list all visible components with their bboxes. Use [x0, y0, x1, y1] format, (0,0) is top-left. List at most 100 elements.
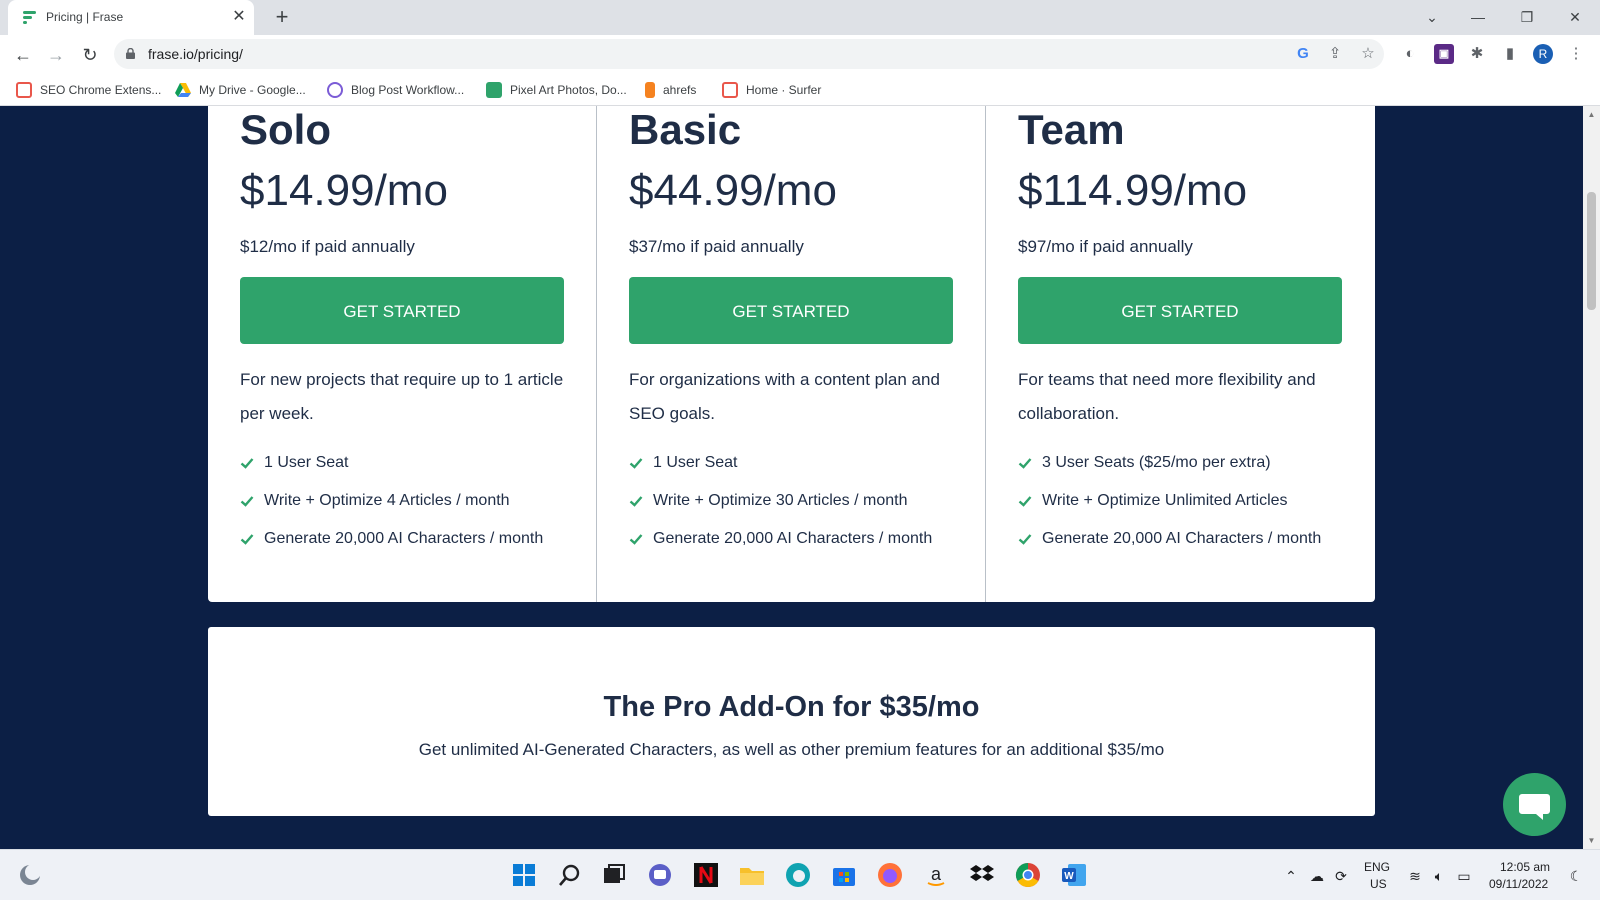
check-icon	[629, 458, 643, 469]
extensions-puzzle-icon[interactable]: ✱	[1467, 44, 1487, 64]
show-hidden-icons-chevron-icon[interactable]: ⌃	[1282, 867, 1300, 885]
task-view-icon[interactable]	[600, 861, 628, 889]
svg-text:a: a	[931, 864, 942, 884]
wifi-icon[interactable]: ≋	[1406, 867, 1424, 885]
addon-subtitle: Get unlimited AI-Generated Characters, a…	[418, 740, 1165, 759]
bookmark-pixel-art[interactable]: Pixel Art Photos, Do...	[486, 81, 627, 99]
clock-date[interactable]: 09/11/2022	[1489, 877, 1548, 891]
google-lens-icon[interactable]: G	[1294, 45, 1312, 63]
feature-list: 1 User Seat Write + Optimize 30 Articles…	[629, 451, 974, 565]
plan-card-team: Team $114.99/mo $97/mo if paid annually …	[985, 106, 1375, 602]
plan-annual-price: $37/mo if paid annually	[629, 237, 804, 256]
plan-price: $44.99/mo	[629, 166, 837, 215]
bookmark-google-drive[interactable]: My Drive - Google...	[175, 81, 306, 99]
feature-list: 1 User Seat Write + Optimize 4 Articles …	[240, 451, 585, 565]
scroll-up-arrow-icon[interactable]: ▲	[1587, 110, 1596, 119]
plan-annual-price: $12/mo if paid annually	[240, 237, 415, 256]
volume-icon[interactable]: 🔈︎	[1430, 867, 1448, 885]
lock-icon	[126, 48, 135, 59]
bookmark-surfer[interactable]: Home · Surfer	[722, 81, 821, 99]
scroll-thumb[interactable]	[1587, 192, 1596, 310]
region-indicator[interactable]: US	[1370, 877, 1387, 891]
feature-list: 3 User Seats ($25/mo per extra) Write + …	[1018, 451, 1363, 565]
forward-arrow-icon[interactable]: →	[45, 44, 67, 66]
sync-icon[interactable]: ⟳	[1332, 867, 1350, 885]
browser-tab-strip: Pricing | Frase ✕ + ⌄ — ❐ ✕	[0, 0, 1600, 35]
onedrive-icon[interactable]: ☁	[1308, 867, 1326, 885]
bookmark-star-icon[interactable]: ☆	[1359, 45, 1377, 63]
profile-avatar[interactable]: R	[1533, 44, 1553, 64]
bookmark-blog-workflow[interactable]: Blog Post Workflow...	[327, 81, 464, 99]
check-icon	[240, 458, 254, 469]
feature-item: Generate 20,000 AI Characters / month	[240, 527, 585, 565]
firefox-icon[interactable]	[876, 861, 904, 889]
battery-icon[interactable]: ▭	[1455, 867, 1473, 885]
plan-annual-price: $97/mo if paid annually	[1018, 237, 1193, 256]
maximize-icon[interactable]: ❐	[1515, 6, 1539, 28]
side-panel-icon[interactable]: ▮	[1500, 44, 1520, 64]
dropbox-icon[interactable]	[968, 861, 996, 889]
page-scrollbar[interactable]: ▲ ▼	[1583, 106, 1600, 849]
file-explorer-icon[interactable]	[738, 861, 766, 889]
clock-time[interactable]: 12:05 am	[1500, 860, 1550, 874]
minimize-icon[interactable]: —	[1466, 6, 1490, 28]
extension-circle-icon[interactable]: ◐	[1400, 44, 1420, 64]
chat-launcher-button[interactable]	[1503, 773, 1566, 836]
kebab-menu-icon[interactable]: ⋮	[1566, 44, 1586, 64]
feature-item: Generate 20,000 AI Characters / month	[1018, 527, 1363, 565]
close-window-icon[interactable]: ✕	[1563, 6, 1587, 28]
feature-item: Write + Optimize 30 Articles / month	[629, 489, 974, 527]
notifications-icon[interactable]: ☾	[1567, 867, 1585, 885]
get-started-solo-button[interactable]: GET STARTED	[240, 277, 564, 344]
feature-item: Write + Optimize Unlimited Articles	[1018, 489, 1363, 527]
check-icon	[629, 496, 643, 507]
get-started-team-button[interactable]: GET STARTED	[1018, 277, 1342, 344]
search-icon[interactable]	[556, 861, 584, 889]
get-started-basic-button[interactable]: GET STARTED	[629, 277, 953, 344]
plan-description: For teams that need more flexibility and…	[1018, 370, 1316, 423]
frase-favicon-icon	[23, 11, 36, 24]
plan-name: Team	[1018, 106, 1125, 153]
language-indicator[interactable]: ENG	[1364, 860, 1390, 874]
start-icon[interactable]	[510, 861, 538, 889]
plan-name: Solo	[240, 106, 331, 153]
plan-price: $114.99/mo	[1018, 166, 1248, 215]
back-arrow-icon[interactable]: ←	[12, 44, 34, 66]
url-text: frase.io/pricing/	[148, 46, 243, 62]
teams-chat-icon[interactable]	[646, 861, 674, 889]
feature-item: 3 User Seats ($25/mo per extra)	[1018, 451, 1363, 489]
extension-purple-icon[interactable]: ▣	[1434, 44, 1454, 64]
check-icon	[1018, 534, 1032, 545]
share-icon[interactable]: ⇪	[1326, 45, 1344, 63]
check-icon	[629, 534, 643, 545]
edge-icon[interactable]	[784, 861, 812, 889]
browser-tab[interactable]: Pricing | Frase ✕	[8, 0, 254, 35]
bookmark-seo-extension[interactable]: SEO Chrome Extens...	[16, 81, 161, 99]
new-tab-button[interactable]: +	[270, 6, 294, 30]
bookmark-ahrefs[interactable]: ahrefs	[645, 81, 696, 99]
tab-search-icon[interactable]: ⌄	[1420, 6, 1444, 28]
svg-text:W: W	[1064, 871, 1074, 882]
pro-addon-card: The Pro Add-On for $35/mo Get unlimited …	[208, 627, 1375, 816]
feature-item: Generate 20,000 AI Characters / month	[629, 527, 974, 565]
feature-item: Write + Optimize 4 Articles / month	[240, 489, 585, 527]
windows-taskbar: a W ⌃ ☁ ⟳ ENG US ≋ 🔈︎ ▭ 12:05 am 09/11/2…	[0, 849, 1600, 900]
store-icon[interactable]	[830, 861, 858, 889]
browser-toolbar: ← → ↻ frase.io/pricing/ G ⇪ ☆ ◐ ▣ ✱ ▮ R …	[0, 35, 1600, 73]
weather-widget-icon[interactable]	[16, 861, 44, 889]
address-bar[interactable]: frase.io/pricing/ G ⇪ ☆	[114, 39, 1384, 69]
feature-item: 1 User Seat	[629, 451, 974, 489]
scroll-down-arrow-icon[interactable]: ▼	[1587, 836, 1596, 845]
plan-name: Basic	[629, 106, 742, 153]
chrome-icon[interactable]	[1014, 861, 1042, 889]
plan-card-solo: Solo $14.99/mo $12/mo if paid annually G…	[208, 106, 596, 602]
close-tab-icon[interactable]: ✕	[230, 8, 248, 26]
reload-icon[interactable]: ↻	[79, 44, 101, 66]
word-icon[interactable]: W	[1060, 861, 1088, 889]
check-icon	[240, 496, 254, 507]
bookmarks-bar: SEO Chrome Extens... My Drive - Google..…	[0, 73, 1600, 106]
amazon-icon[interactable]: a	[922, 861, 950, 889]
surfer-icon	[722, 82, 738, 98]
netflix-icon[interactable]	[692, 861, 720, 889]
pricing-page: Solo $14.99/mo $12/mo if paid annually G…	[0, 106, 1583, 849]
